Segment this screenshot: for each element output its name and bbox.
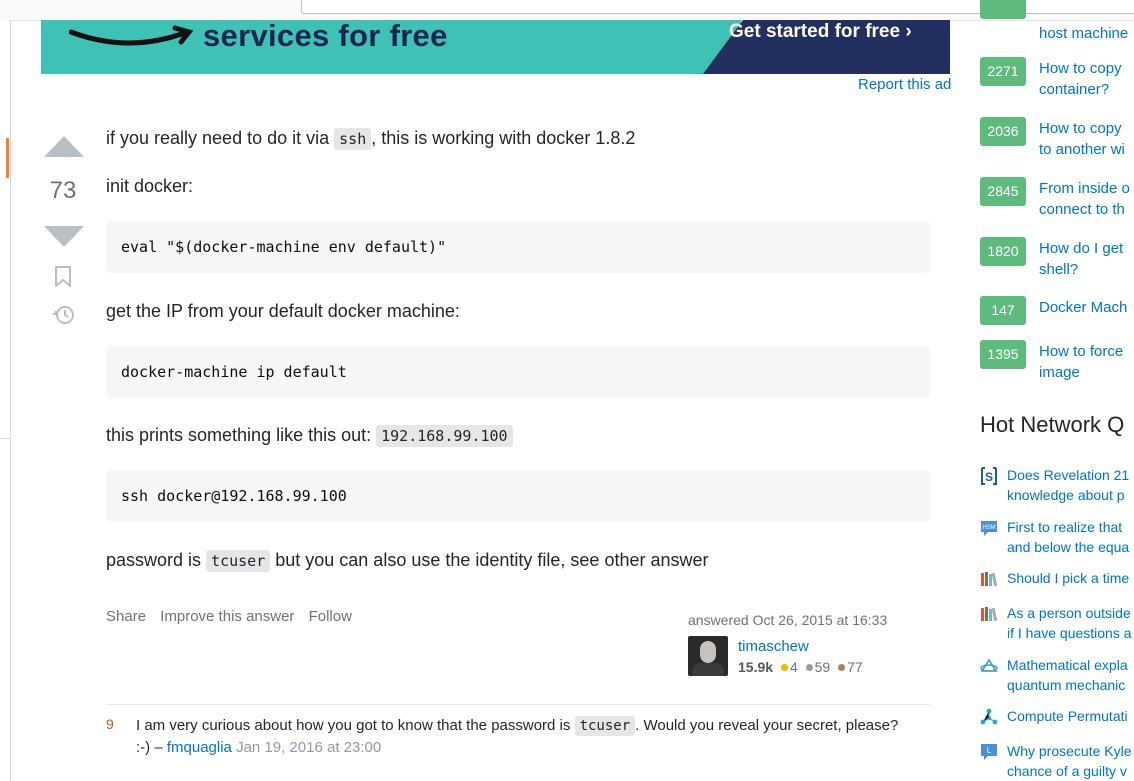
username-link[interactable]: timaschew [738,638,809,655]
linked-title[interactable]: host machine [1039,23,1128,44]
linked-title[interactable]: container? [1039,79,1109,100]
answered-timestamp[interactable]: answered Oct 26, 2015 at 16:33 [688,612,887,628]
ad-cta-button[interactable]: Get started for free › [729,21,912,43]
follow-link[interactable]: Follow [309,608,352,625]
inline-code: ssh [334,128,372,150]
hot-question-title[interactable]: if I have questions a [1007,623,1132,643]
hot-question-title[interactable]: chance of a guilty v [1007,761,1127,781]
answer-paragraph: get the IP from your default docker mach… [106,301,460,321]
comment-text: I am very curious about how you got to k… [136,715,916,759]
text: I am very curious about how you got to k… [136,717,575,734]
text: , this is working with docker 1.8.2 [371,128,636,148]
comment-score: 9 [106,716,114,732]
left-nav [0,20,11,781]
vote-badge: 147 [980,296,1026,325]
physics-icon [980,658,998,672]
code-block[interactable]: eval "$(docker-machine env default)" [106,221,930,273]
post-actions: Share Improve this answer Follow [106,608,362,625]
advertisement-banner[interactable]: services for free Get started for free › [41,20,950,74]
hot-question-title[interactable]: Compute Permutati [1007,706,1128,726]
share-link[interactable]: Share [106,608,146,625]
smile-arrow-icon [69,25,193,46]
silver-badge-icon [805,664,813,672]
hot-question-title[interactable]: Does Revelation 21 [1007,465,1129,485]
text: but you can also use the identity file, … [270,550,709,570]
hot-question-title[interactable]: knowledge about p [1007,485,1125,505]
code-text: eval "$(docker-machine env default)" [121,238,447,256]
linked-title[interactable]: From inside o [1039,178,1130,199]
comment-user-link[interactable]: fmquaglia [167,739,232,756]
bronze-badge-icon [838,664,846,672]
linked-title[interactable]: How to copy [1039,58,1122,79]
linked-title[interactable]: Docker Mach [1039,297,1127,318]
svg-text:L: L [987,746,992,755]
svg-text:HSM: HSM [982,525,995,531]
reputation: 15.9k 4 59 77 [738,659,863,675]
vote-badge: 2845 [980,177,1026,206]
hot-question-title[interactable]: Should I pick a time [1007,568,1129,588]
code-text: ssh docker@192.168.99.100 [121,487,347,505]
reputation-score: 15.9k [738,659,774,675]
text: if you really need to do it via [106,128,335,148]
ad-headline: services for free [203,20,448,53]
answer-paragraph: if you really need to do it via ssh, thi… [106,125,635,152]
vote-badge: 1820 [980,237,1026,266]
comment-date[interactable]: Jan 19, 2016 at 23:00 [236,739,381,756]
inline-code: tcuser [574,716,636,736]
answer-paragraph: password is tcuser but you can also use … [106,547,709,574]
left-nav-divider [0,438,10,439]
text: password is [106,550,207,570]
silver-badge-count: 59 [814,659,831,675]
improve-answer-link[interactable]: Improve this answer [160,608,294,625]
vote-badge: 1395 [980,340,1026,369]
code-block[interactable]: docker-machine ip default [106,346,930,398]
answer-paragraph: init docker: [106,176,194,196]
stack-exchange-s-icon: S [981,467,997,485]
hot-question-title[interactable]: quantum mechanic [1007,675,1125,695]
code-block[interactable]: ssh docker@192.168.99.100 [106,470,930,522]
inline-code: 192.168.99.100 [376,425,513,447]
report-ad-link[interactable]: Report this ad [858,76,951,93]
gold-badge-icon [780,664,788,672]
gold-badge-count: 4 [789,659,798,675]
hot-question-title[interactable]: Mathematical expla [1007,655,1128,675]
hot-network-title: Hot Network Q [980,412,1125,437]
vote-count: 73 [49,177,77,204]
comment-list: 9 I am very curious about how you got to… [106,704,930,756]
upvote-icon[interactable] [44,136,84,157]
hot-question-title[interactable]: and below the equa [1007,537,1129,557]
linked-title[interactable]: How to copy [1039,118,1122,139]
linked-title[interactable]: How do I get [1039,238,1123,259]
linked-title[interactable]: connect to th [1039,199,1125,220]
vote-badge: 2036 [980,117,1026,146]
bronze-badge-count: 77 [847,659,863,675]
books-icon [981,572,998,587]
avatar[interactable] [688,636,728,676]
linked-title[interactable]: image [1039,362,1080,383]
hot-question-title[interactable]: As a person outside [1007,603,1131,623]
avatar-body [692,663,724,676]
vote-badge: 2271 [980,57,1026,86]
downvote-icon[interactable] [44,226,84,247]
inline-code: tcuser [206,550,271,572]
text: this prints something like this out: [106,425,377,445]
answer-paragraph: this prints something like this out: 192… [106,422,513,449]
graph-icon [980,708,998,725]
hsm-icon: HSM [981,521,997,536]
top-bar [0,0,1134,21]
linked-title[interactable]: How to force [1039,341,1123,362]
vote-badge [980,0,1026,19]
code-text: docker-machine ip default [121,363,347,381]
history-icon[interactable] [52,303,76,327]
hot-question-title[interactable]: Why prosecute Kyle [1007,741,1132,761]
hot-question-title[interactable]: First to realize that [1007,517,1122,537]
linked-title[interactable]: to another wi [1039,139,1125,160]
books-icon [981,607,998,622]
left-nav-active-indicator [6,138,9,178]
bookmark-icon[interactable] [54,266,72,288]
avatar-face [700,641,716,663]
linked-title[interactable]: shell? [1039,259,1078,280]
law-icon: L [981,744,997,760]
svg-text:S: S [985,470,993,484]
